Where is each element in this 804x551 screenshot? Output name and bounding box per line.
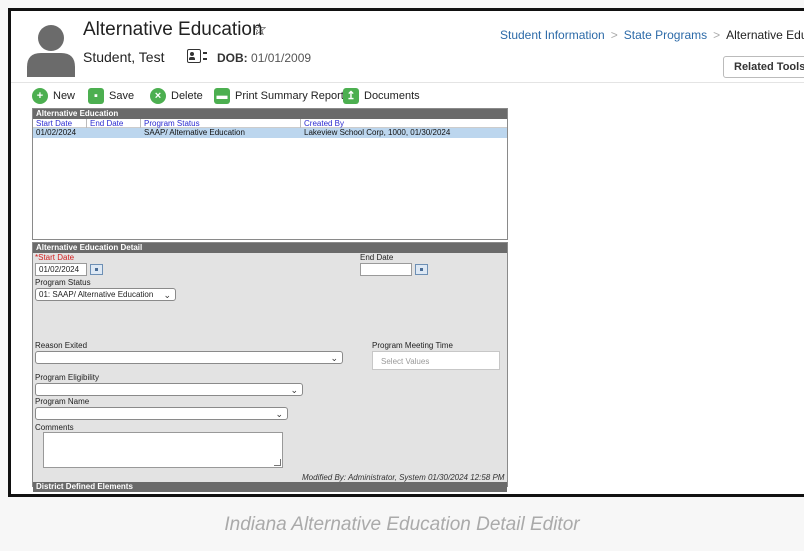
start-date-input[interactable]: 01/02/2024 (35, 263, 87, 276)
chevron-down-icon: ⌄ (330, 353, 338, 363)
resize-grip-icon[interactable] (274, 459, 281, 466)
comments-textarea[interactable] (43, 432, 283, 468)
save-label: Save (109, 90, 135, 102)
meeting-time-multiselect[interactable]: Select Values (372, 351, 500, 370)
page-title: Alternative Education (83, 19, 263, 40)
cell-created-by: Lakeview School Corp, 1000, 01/30/2024 (304, 128, 451, 137)
cell-start-date: 01/02/2024 (36, 128, 77, 137)
related-tools-button[interactable]: Related Tools ^ (723, 56, 804, 78)
program-status-select[interactable]: 01: SAAP/ Alternative Education ⌄ (35, 288, 176, 301)
breadcrumb-student-information[interactable]: Student Information (500, 28, 605, 42)
end-date-calendar-icon[interactable] (415, 264, 428, 275)
floppy-disk-icon: ▪ (88, 88, 104, 104)
breadcrumb-state-programs[interactable]: State Programs (624, 28, 707, 42)
reason-exited-label: Reason Exited (35, 341, 88, 350)
print-label: Print Summary Report (235, 90, 344, 102)
column-divider (86, 119, 87, 128)
column-header-end-date[interactable]: End Date (90, 119, 123, 128)
list-title: Alternative Education (33, 109, 507, 119)
chevron-down-icon: ⌄ (275, 409, 283, 419)
dob-label: DOB: (217, 51, 248, 65)
program-name-label: Program Name (35, 397, 90, 406)
dob-text: DOB: 01/01/2009 (217, 51, 311, 65)
related-tools-label: Related Tools (734, 61, 804, 73)
detail-title: Alternative Education Detail (33, 243, 507, 253)
favorite-star-icon[interactable]: ☆ (252, 20, 267, 40)
comments-label: Comments (35, 423, 74, 432)
dob-value: 01/01/2009 (251, 51, 312, 65)
student-name: Student, Test (83, 49, 165, 65)
end-date-input[interactable] (360, 263, 412, 276)
column-divider (300, 119, 301, 128)
alternative-education-detail: Alternative Education Detail *Start Date… (32, 242, 508, 492)
avatar-icon (27, 25, 75, 77)
program-status-label: Program Status (35, 278, 91, 287)
program-name-select[interactable]: ⌄ (35, 407, 288, 420)
app-window: Alternative Education ☆ Student, Test DO… (8, 8, 804, 497)
id-card-lines-icon (203, 52, 207, 60)
action-toolbar: + New ▪ Save × Delete ▬ Print Summary Re… (11, 87, 531, 107)
breadcrumb-current: Alternative Education (726, 28, 804, 42)
chevron-right-icon: > (713, 28, 721, 42)
modified-by-text: Modified By: Administrator, System 01/30… (302, 473, 505, 482)
upload-icon: ↥ (343, 88, 359, 104)
start-date-label: *Start Date (35, 253, 75, 262)
program-eligibility-label: Program Eligibility (35, 373, 100, 382)
column-divider (140, 119, 141, 128)
district-defined-elements-header[interactable]: District Defined Elements (33, 482, 507, 492)
plus-icon: + (32, 88, 48, 104)
column-header-created-by[interactable]: Created By (304, 119, 344, 128)
id-card-icon[interactable] (187, 49, 201, 63)
header-divider (11, 82, 804, 83)
program-eligibility-select[interactable]: ⌄ (35, 383, 303, 396)
column-header-start-date[interactable]: Start Date (36, 119, 72, 128)
alternative-education-list: Alternative Education Start Date End Dat… (32, 108, 508, 240)
chevron-down-icon: ⌄ (290, 385, 298, 395)
breadcrumb: Student Information > State Programs > Alter… (500, 28, 804, 42)
program-status-value: 01: SAAP/ Alternative Education (39, 290, 154, 299)
chevron-down-icon: ⌄ (163, 290, 171, 300)
end-date-label: End Date (360, 253, 394, 262)
chevron-right-icon: > (610, 28, 618, 42)
reason-exited-select[interactable]: ⌄ (35, 351, 343, 364)
table-row[interactable]: 01/02/2024 SAAP/ Alternative Education L… (33, 128, 507, 138)
new-label: New (53, 90, 76, 102)
cell-program-status: SAAP/ Alternative Education (144, 128, 245, 137)
start-date-calendar-icon[interactable] (90, 264, 103, 275)
delete-x-icon: × (150, 88, 166, 104)
printer-icon: ▬ (214, 88, 230, 104)
image-caption: Indiana Alternative Education Detail Edi… (224, 514, 580, 535)
column-header-program-status[interactable]: Program Status (144, 119, 200, 128)
delete-label: Delete (171, 90, 203, 102)
list-header-row: Start Date End Date Program Status Creat… (33, 119, 507, 128)
documents-label: Documents (364, 90, 420, 102)
meeting-time-label: Program Meeting Time (372, 341, 453, 350)
